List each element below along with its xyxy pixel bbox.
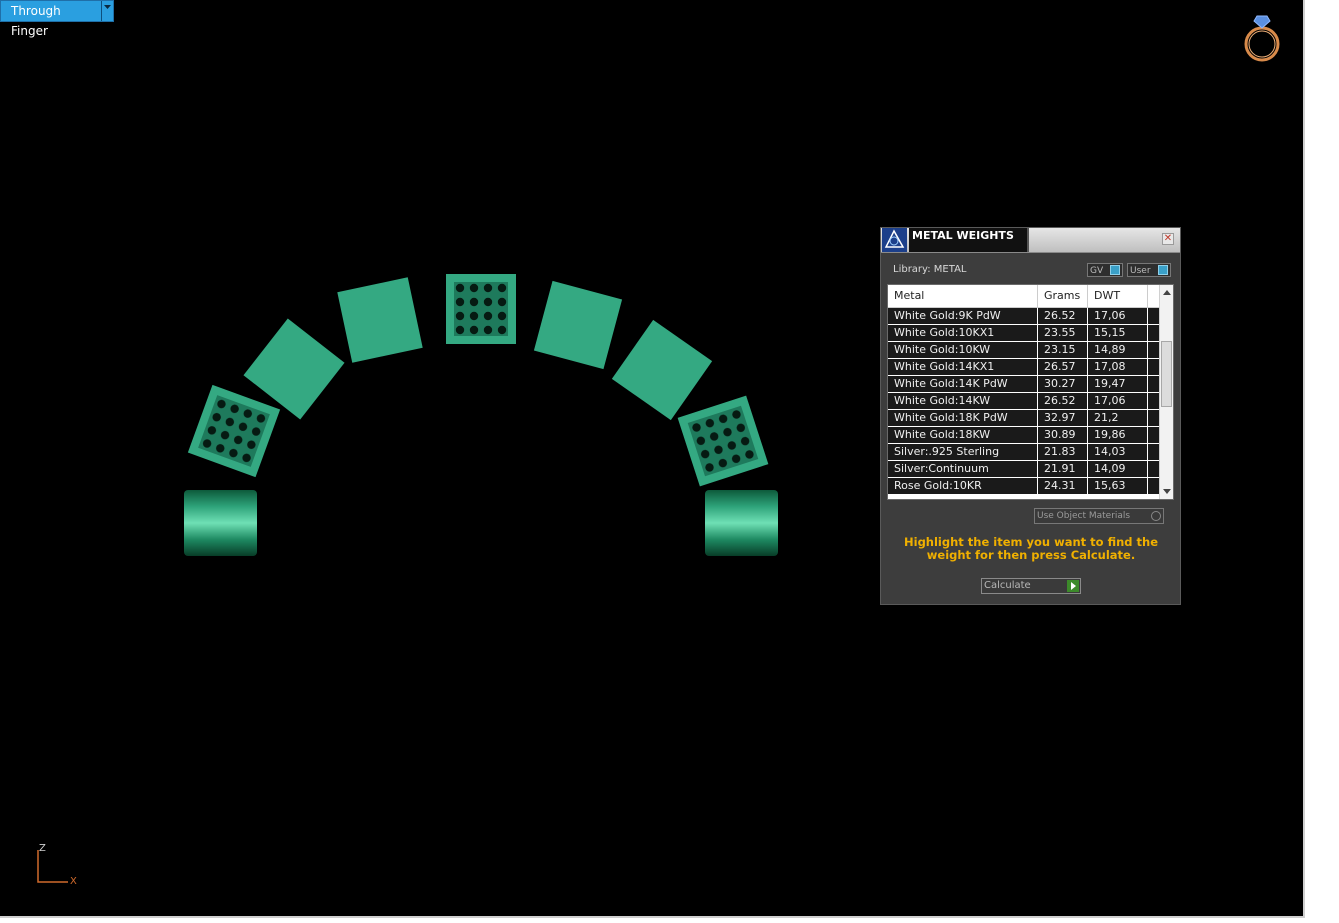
setting-plate-7 [677, 395, 769, 487]
table-row[interactable]: White Gold:18KW 30.89 19,86 [888, 427, 1160, 443]
metal-name-cell: White Gold:14K PdW [888, 376, 1038, 392]
user-toggle[interactable]: User [1127, 263, 1171, 277]
table-row[interactable]: Rose Gold:10KR 24.31 15,63 [888, 478, 1160, 494]
grams-cell: 23.15 [1038, 342, 1088, 358]
grams-cell: 32.97 [1038, 410, 1088, 426]
grams-cell: 26.57 [1038, 359, 1088, 375]
close-icon[interactable]: ✕ [1162, 233, 1174, 245]
table-body: White Gold:9K PdW 26.52 17,06 White Gold:10… [888, 308, 1160, 495]
table-row[interactable]: Silver:Continuum 21.91 14,09 [888, 461, 1160, 477]
dwt-cell: 17,08 [1088, 359, 1148, 375]
dwt-cell: 14,03 [1088, 444, 1148, 460]
setting-plate-4 [446, 274, 516, 344]
dwt-cell: 19,86 [1088, 427, 1148, 443]
scroll-down-icon[interactable] [1163, 489, 1171, 494]
grams-cell: 26.52 [1038, 393, 1088, 409]
gv-toggle[interactable]: GV [1087, 263, 1123, 277]
title-divider [1027, 228, 1029, 252]
metal-name-cell: Silver:Continuum [888, 461, 1038, 477]
use-object-materials-toggle[interactable]: Use Object Materials [1034, 508, 1164, 524]
dwt-cell: 15,15 [1088, 325, 1148, 341]
calculate-label: Calculate [984, 580, 1031, 591]
metal-name-cell: White Gold:18K PdW [888, 410, 1038, 426]
metal-name-cell: White Gold:14KW [888, 393, 1038, 409]
column-header-metal[interactable]: Metal [888, 285, 1038, 307]
table-row[interactable]: White Gold:14KW 26.52 17,06 [888, 393, 1160, 409]
table-row[interactable]: White Gold:10KX1 23.55 15,15 [888, 325, 1160, 341]
setting-plate-5 [533, 280, 623, 370]
grams-cell: 24.31 [1038, 478, 1088, 494]
table-scrollbar[interactable] [1159, 285, 1173, 499]
setting-plate-6 [611, 319, 713, 421]
metal-name-cell: Silver:.925 Sterling [888, 444, 1038, 460]
table-row[interactable]: Silver:.925 Sterling 21.83 14,03 [888, 444, 1160, 460]
setting-plate-1 [187, 384, 281, 478]
column-header-grams[interactable]: Grams [1038, 285, 1088, 307]
dwt-cell: 19,47 [1088, 376, 1148, 392]
metal-name-cell: White Gold:10KW [888, 342, 1038, 358]
metal-table: Metal Grams DWT White Gold:9K PdW 26.52 17… [887, 284, 1174, 500]
dwt-cell: 14,09 [1088, 461, 1148, 477]
dwt-cell: 15,63 [1088, 478, 1148, 494]
grams-cell: 30.89 [1038, 427, 1088, 443]
axis-z-label: Z [39, 843, 46, 854]
gv-toggle-knob [1110, 265, 1120, 275]
grams-cell: 23.55 [1038, 325, 1088, 341]
dwt-cell: 14,89 [1088, 342, 1148, 358]
metal-name-cell: White Gold:10KX1 [888, 325, 1038, 341]
play-icon [1067, 580, 1079, 592]
dwt-cell: 21,2 [1088, 410, 1148, 426]
dwt-cell: 17,06 [1088, 308, 1148, 324]
table-row[interactable]: White Gold:18K PdW 32.97 21,2 [888, 410, 1160, 426]
metal-name-cell: Rose Gold:10KR [888, 478, 1038, 494]
library-label: Library: METAL [893, 264, 967, 275]
panel-titlebar[interactable]: METAL WEIGHTS ✕ [881, 228, 1180, 253]
grams-cell: 21.91 [1038, 461, 1088, 477]
table-row[interactable]: White Gold:14K PdW 30.27 19,47 [888, 376, 1160, 392]
metal-name-cell: White Gold:18KW [888, 427, 1038, 443]
table-row[interactable]: White Gold:10KW 23.15 14,89 [888, 342, 1160, 358]
table-row[interactable]: White Gold:9K PdW 26.52 17,06 [888, 308, 1160, 324]
user-toggle-label: User [1130, 266, 1151, 276]
setting-plate-3 [337, 277, 423, 363]
metal-name-cell: White Gold:9K PdW [888, 308, 1038, 324]
scroll-thumb[interactable] [1161, 341, 1172, 407]
grams-cell: 30.27 [1038, 376, 1088, 392]
grams-cell: 26.52 [1038, 308, 1088, 324]
axis-x-label: X [70, 876, 77, 887]
radio-circle-icon [1151, 511, 1161, 521]
app-logo-icon [882, 228, 907, 252]
table-row[interactable]: White Gold:14KX1 26.57 17,08 [888, 359, 1160, 375]
grams-cell: 21.83 [1038, 444, 1088, 460]
dwt-cell: 17,06 [1088, 393, 1148, 409]
use-object-materials-label: Use Object Materials [1037, 511, 1131, 521]
instruction-text: Highlight the item you want to find the … [904, 535, 1158, 562]
column-header-dwt[interactable]: DWT [1088, 285, 1148, 307]
calculate-button[interactable]: Calculate [981, 578, 1081, 594]
metal-name-cell: White Gold:14KX1 [888, 359, 1038, 375]
gv-toggle-label: GV [1090, 266, 1104, 276]
scroll-up-icon[interactable] [1163, 290, 1171, 295]
ring-shank-right [705, 490, 778, 556]
ring-shank-left [184, 490, 257, 556]
panel-title: METAL WEIGHTS [909, 228, 1027, 252]
user-toggle-knob [1158, 265, 1168, 275]
table-header: Metal Grams DWT [888, 285, 1160, 308]
metal-weights-panel: METAL WEIGHTS ✕ Library: METAL GV User M… [880, 227, 1181, 605]
axis-indicator: Z X [37, 843, 77, 887]
